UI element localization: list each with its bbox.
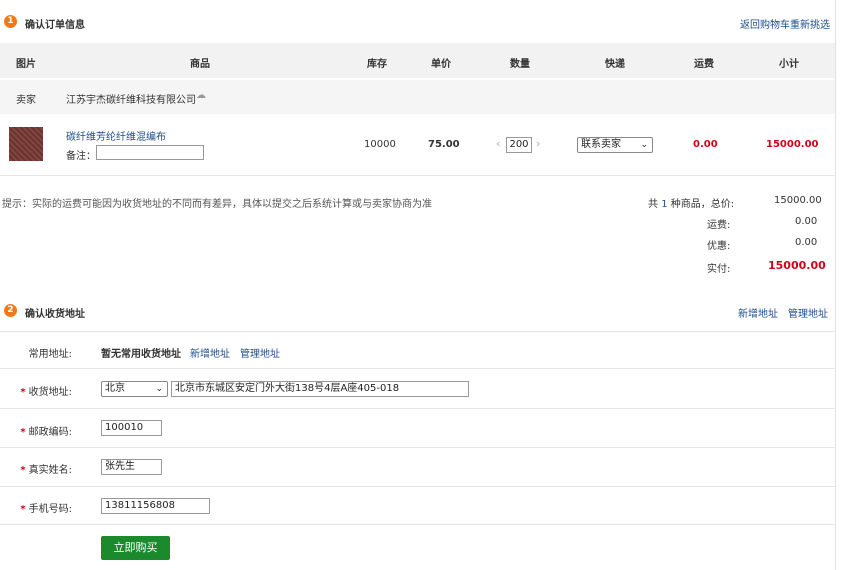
freight-value: 0.00: [693, 139, 718, 150]
divider: [0, 524, 835, 525]
common-add-address-link[interactable]: 新增地址: [190, 345, 230, 360]
header-price: 单价: [431, 59, 451, 70]
header-image: 图片: [16, 59, 36, 70]
shipping-select[interactable]: 联系卖家 ⌄: [577, 137, 653, 153]
divider: [0, 486, 835, 487]
province-selected: 北京: [105, 383, 125, 394]
header-subtotal: 小计: [779, 59, 799, 70]
count-suffix: 种商品，总价:: [670, 199, 735, 210]
discount-value: 0.00: [795, 237, 818, 248]
seller-row: 卖家 江苏宇杰碳纤维科技有限公司 ☁: [0, 80, 835, 114]
divider: [0, 447, 835, 448]
address-label: * 收货地址:: [0, 383, 72, 398]
divider: [0, 175, 835, 176]
product-thumbnail[interactable]: [9, 127, 43, 161]
back-to-cart-link[interactable]: 返回购物车重新挑选: [740, 16, 830, 31]
zip-label-text: 邮政编码:: [28, 427, 72, 438]
province-select[interactable]: 北京 ⌄: [101, 381, 168, 397]
header-freight: 运费: [694, 59, 714, 70]
phone-input[interactable]: 13811156808: [101, 498, 210, 514]
chat-icon[interactable]: ☁: [196, 90, 206, 101]
divider: [0, 331, 835, 332]
chevron-down-icon: ⌄: [640, 140, 648, 150]
header-stock: 库存: [367, 59, 387, 70]
paid-label: 实付:: [707, 264, 731, 275]
order-info-title: 确认订单信息: [25, 20, 85, 31]
address-title: 确认收货地址: [25, 309, 85, 320]
item-count-summary: 共 1 种商品，总价:: [648, 195, 734, 210]
name-label-text: 真实姓名:: [28, 465, 72, 476]
shipping-tip: 提示：实际的运费可能因为收货地址的不同而有差异，具体以提交之后系统计算或与卖家协…: [2, 199, 432, 210]
chevron-down-icon: ⌄: [155, 384, 163, 394]
manage-address-link[interactable]: 管理地址: [788, 305, 828, 320]
discount-label: 优惠:: [707, 241, 731, 252]
freight-total: 0.00: [795, 216, 818, 227]
name-label: * 真实姓名:: [0, 461, 72, 476]
add-address-link[interactable]: 新增地址: [738, 305, 778, 320]
address-input[interactable]: 北京市东城区安定门外大街138号4层A座405-018: [171, 381, 469, 397]
unit-price: 75.00: [428, 139, 460, 150]
seller-label: 卖家: [16, 95, 36, 106]
paid-value: 15000.00: [768, 259, 826, 272]
subtotal-value: 15000.00: [766, 139, 819, 150]
seller-name: 江苏宇杰碳纤维科技有限公司: [66, 95, 196, 106]
common-manage-address-link[interactable]: 管理地址: [240, 345, 280, 360]
step-1-badge: 1: [4, 15, 17, 28]
required-mark: *: [20, 427, 26, 438]
header-shipping: 快递: [605, 59, 625, 70]
divider: [0, 408, 835, 409]
count-prefix: 共: [648, 199, 658, 210]
address-label-text: 收货地址:: [28, 387, 72, 398]
required-mark: *: [20, 465, 26, 476]
scrollbar-track[interactable]: [835, 0, 836, 570]
item-count: 1: [661, 199, 668, 210]
zip-label: * 邮政编码:: [0, 423, 72, 438]
phone-label: * 手机号码:: [0, 500, 72, 515]
common-address-label: 常用地址:: [28, 349, 72, 360]
stock-value: 10000: [364, 139, 396, 150]
qty-input[interactable]: 200: [506, 137, 532, 153]
required-mark: *: [20, 387, 26, 398]
zip-input[interactable]: 100010: [101, 420, 162, 436]
qty-decrease-icon[interactable]: ‹: [496, 137, 500, 150]
remark-label: 备注：: [66, 151, 96, 162]
divider: [0, 368, 835, 369]
name-input[interactable]: 张先生: [101, 459, 162, 475]
table-header: 图片 商品 库存 单价 数量 快递 运费 小计: [0, 43, 835, 78]
freight-label: 运费:: [707, 220, 731, 231]
qty-increase-icon[interactable]: ›: [536, 137, 540, 150]
step-2-badge: 2: [4, 304, 17, 317]
required-mark: *: [20, 504, 26, 515]
common-address-value: 暂无常用收货地址: [101, 349, 181, 360]
remark-input[interactable]: [96, 145, 204, 160]
shipping-selected: 联系卖家: [581, 139, 621, 150]
header-qty: 数量: [510, 59, 530, 70]
total-value: 15000.00: [774, 195, 822, 206]
buy-now-button[interactable]: 立即购买: [101, 536, 170, 560]
phone-label-text: 手机号码:: [28, 504, 72, 515]
header-product: 商品: [190, 59, 210, 70]
product-name-link[interactable]: 碳纤维芳纶纤维混编布: [66, 128, 166, 143]
